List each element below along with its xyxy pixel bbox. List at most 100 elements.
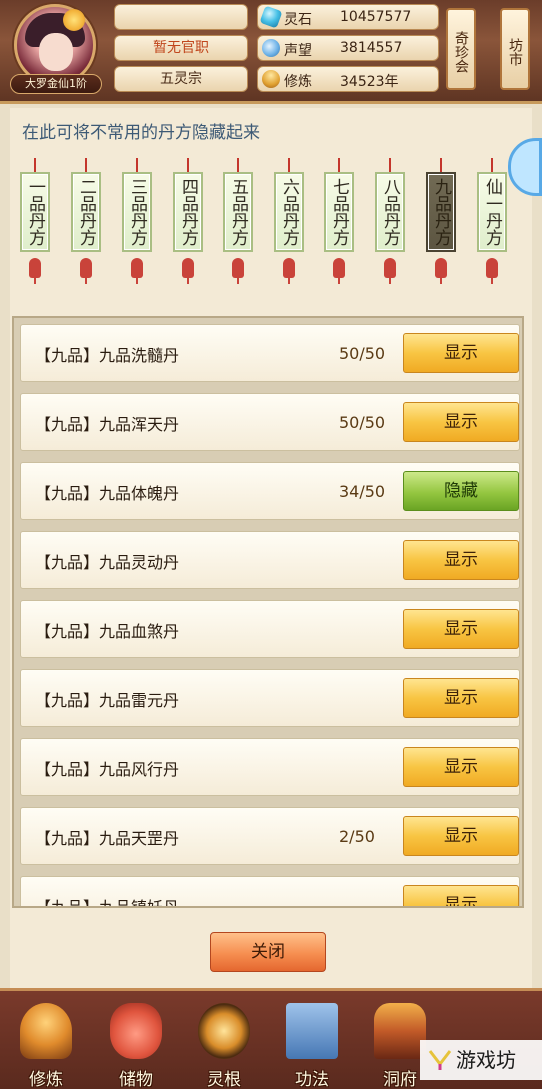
tab-label: 五品丹方	[223, 172, 253, 252]
recipe-name: 【九品】九品镇妖丹	[35, 898, 180, 908]
market-tab[interactable]: 坊市	[500, 8, 530, 90]
stat-value: 34523年	[340, 74, 399, 90]
recipe-name: 【九品】九品浑天丹	[35, 415, 180, 434]
stat-reputation: 声望 3814557	[257, 35, 439, 61]
list-item: 【九品】九品体魄丹 34/50 隐藏	[20, 462, 520, 520]
tab-grade-immortal-1[interactable]: 仙一丹方	[477, 158, 507, 308]
recipe-grade-tabs: 一品丹方 二品丹方 三品丹方 四品丹方 五品丹方 六品丹方 七品丹方 八品丹方 …	[20, 158, 520, 308]
tab-grade-2[interactable]: 二品丹方	[71, 158, 101, 308]
show-button[interactable]: 显示	[403, 678, 519, 718]
tab-grade-7[interactable]: 七品丹方	[324, 158, 354, 308]
tassel-knot-icon	[384, 258, 396, 278]
cultivate-icon	[20, 1003, 72, 1059]
recipe-name: 【九品】九品血煞丹	[35, 622, 180, 641]
show-button[interactable]: 显示	[403, 885, 519, 906]
storage-bag-icon	[110, 1003, 162, 1059]
show-button[interactable]: 显示	[403, 747, 519, 787]
tab-label: 七品丹方	[324, 172, 354, 252]
stat-label: 修炼	[284, 74, 312, 90]
sect-name: 五灵宗	[114, 66, 248, 92]
close-button[interactable]: 关闭	[210, 932, 326, 972]
recipe-count: 34/50	[339, 482, 386, 501]
cultivation-rank-badge: 大罗金仙1阶	[10, 74, 102, 94]
nav-storage[interactable]: 储物	[98, 997, 174, 1089]
tab-label: 六品丹方	[274, 172, 304, 252]
tab-grade-1[interactable]: 一品丹方	[20, 158, 50, 308]
spirit-stone-icon	[259, 5, 283, 29]
list-item: 【九品】九品浑天丹 50/50 显示	[20, 393, 520, 451]
tab-label: 八品丹方	[375, 172, 405, 252]
spirit-root-icon	[198, 1003, 250, 1059]
watermark-logo-icon	[428, 1050, 452, 1070]
tab-grade-9[interactable]: 九品丹方	[426, 158, 456, 308]
recipe-count: 50/50	[339, 413, 386, 432]
tab-label: 一品丹方	[20, 172, 50, 252]
reputation-icon	[262, 39, 280, 57]
show-button[interactable]: 显示	[403, 402, 519, 442]
recipe-name: 【九品】九品雷元丹	[35, 691, 180, 710]
cave-dwelling-icon	[374, 1003, 426, 1059]
show-button[interactable]: 显示	[403, 540, 519, 580]
list-item: 【九品】九品灵动丹 显示	[20, 531, 520, 589]
official-post: 暂无官职	[114, 35, 248, 61]
nav-spirit-root[interactable]: 灵根	[186, 997, 262, 1089]
player-avatar[interactable]: 大罗金仙1阶	[8, 2, 104, 98]
tab-label: 仙一丹方	[477, 172, 507, 252]
recipe-count: 50/50	[339, 344, 386, 363]
hide-button[interactable]: 隐藏	[403, 471, 519, 511]
list-item: 【九品】九品风行丹 显示	[20, 738, 520, 796]
recipe-name: 【九品】九品体魄丹	[35, 484, 180, 503]
show-button[interactable]: 显示	[403, 609, 519, 649]
tab-label: 九品丹方	[426, 172, 456, 252]
tassel-knot-icon	[80, 258, 92, 278]
nav-cultivate[interactable]: 修炼	[8, 997, 84, 1089]
recipe-visibility-panel: 在此可将不常用的丹方隐藏起来 一品丹方 二品丹方 三品丹方 四品丹方 五品丹方	[10, 108, 542, 988]
nav-label: 储物	[119, 1070, 153, 1089]
nav-label: 功法	[295, 1070, 329, 1089]
cultivation-icon	[262, 70, 280, 88]
show-button[interactable]: 显示	[403, 816, 519, 856]
nav-label: 修炼	[29, 1070, 63, 1089]
tab-grade-5[interactable]: 五品丹方	[223, 158, 253, 308]
tab-grade-3[interactable]: 三品丹方	[122, 158, 152, 308]
stat-value: 3814557	[340, 40, 403, 56]
tassel-knot-icon	[182, 258, 194, 278]
list-item: 【九品】九品雷元丹 显示	[20, 669, 520, 727]
stat-label: 声望	[284, 43, 312, 59]
tassel-knot-icon	[283, 258, 295, 278]
list-item: 【九品】九品洗髓丹 50/50 显示	[20, 324, 520, 382]
list-item: 【九品】九品天罡丹 2/50 显示	[20, 807, 520, 865]
recipe-name: 【九品】九品风行丹	[35, 760, 180, 779]
tab-grade-8[interactable]: 八品丹方	[375, 158, 405, 308]
tab-grade-6[interactable]: 六品丹方	[274, 158, 304, 308]
tassel-knot-icon	[435, 258, 447, 278]
treasure-auction-tab[interactable]: 奇珍会	[446, 8, 476, 90]
tassel-knot-icon	[232, 258, 244, 278]
nav-technique[interactable]: 功法	[274, 997, 350, 1089]
show-button[interactable]: 显示	[403, 333, 519, 373]
tab-label: 二品丹方	[71, 172, 101, 252]
stat-value: 10457577	[340, 9, 412, 25]
list-item: 【九品】九品血煞丹 显示	[20, 600, 520, 658]
recipe-list[interactable]: 【九品】九品洗髓丹 50/50 显示 【九品】九品浑天丹 50/50 显示 【九…	[12, 316, 524, 908]
tab-grade-4[interactable]: 四品丹方	[173, 158, 203, 308]
tassel-knot-icon	[131, 258, 143, 278]
stat-cultivation: 修炼 34523年	[257, 66, 439, 92]
tassel-knot-icon	[29, 258, 41, 278]
recipe-name: 【九品】九品天罡丹	[35, 829, 180, 848]
tab-label: 三品丹方	[122, 172, 152, 252]
recipe-count: 2/50	[339, 827, 375, 846]
stat-label: 灵石	[284, 12, 312, 28]
tassel-knot-icon	[486, 258, 498, 278]
hair-flower-icon	[63, 9, 85, 31]
recipe-name: 【九品】九品灵动丹	[35, 553, 180, 572]
technique-book-icon	[286, 1003, 338, 1059]
watermark-text: 游戏坊	[456, 1048, 516, 1072]
recipe-name: 【九品】九品洗髓丹	[35, 346, 180, 365]
tab-label: 四品丹方	[173, 172, 203, 252]
tassel-knot-icon	[333, 258, 345, 278]
panel-hint: 在此可将不常用的丹方隐藏起来	[22, 123, 260, 143]
top-header: 大罗金仙1阶 暂无官职 五灵宗 灵石 10457577 声望 3814557 修…	[0, 0, 542, 104]
player-name	[114, 4, 248, 30]
nav-label: 灵根	[207, 1070, 241, 1089]
